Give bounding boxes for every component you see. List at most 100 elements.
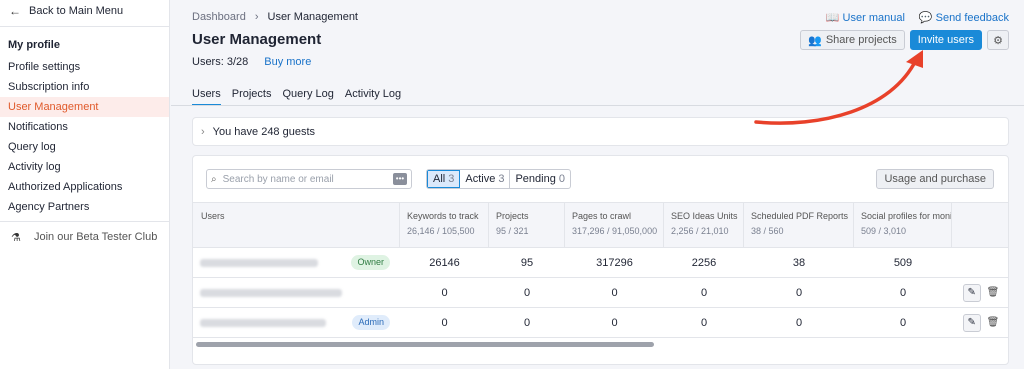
cell-social-profiles: 0 (899, 316, 907, 329)
sidebar-item-user-management[interactable]: User Management (0, 97, 169, 117)
cell-projects: 95 (520, 256, 534, 269)
sidebar-divider (0, 221, 169, 222)
beta-label: Join our Beta Tester Club (34, 231, 158, 243)
column-header-seo-ideas[interactable]: SEO Ideas Units 2,256 / 21,010 (664, 203, 744, 247)
arrow-left-icon: ← (9, 4, 21, 18)
cell-projects: 0 (523, 286, 531, 299)
pencil-icon: ✎ (967, 317, 976, 328)
column-header-social-profiles[interactable]: Social profiles for monitoring 509 / 3,01… (854, 203, 952, 247)
table-row: Admin 0 0 0 0 0 0 ✎ 🗑 (193, 308, 1008, 338)
role-badge: Owner (351, 255, 390, 270)
header-actions: 👥 Share projects Invite users ⚙ (800, 30, 1009, 50)
header-label: Pages to crawl (572, 211, 632, 221)
search-icon: ⌕ (211, 173, 217, 185)
filter-all-label: All (433, 173, 446, 185)
cell-seo-ideas: 2256 (691, 256, 717, 269)
column-header-projects[interactable]: Projects 95 / 321 (489, 203, 565, 247)
sidebar-item-authorized-applications[interactable]: Authorized Applications (0, 177, 169, 197)
filter-active-count: 3 (498, 173, 505, 185)
sidebar-item-agency-partners[interactable]: Agency Partners (0, 197, 169, 217)
table-row: Owner 26146 95 317296 2256 38 509 (193, 248, 1008, 278)
users-count-row: Users: 3/28 Buy more (192, 56, 311, 68)
delete-button[interactable]: 🗑 (987, 287, 1000, 298)
tab-query-log[interactable]: Query Log (282, 88, 333, 106)
usage-and-purchase-button[interactable]: Usage and purchase (876, 169, 994, 189)
cell-social-profiles: 509 (893, 256, 913, 269)
cell-pages: 0 (611, 316, 618, 329)
filter-pending-label: Pending (515, 173, 556, 185)
user-manual-link[interactable]: 📖 User manual (826, 11, 905, 24)
main-content: Dashboard › User Management User Managem… (171, 0, 1024, 369)
chat-icon: 💬 (918, 12, 933, 24)
header-sub: 95 / 321 (496, 226, 529, 236)
redacted-user-email (200, 289, 342, 297)
settings-button[interactable]: ⚙ (987, 30, 1009, 50)
users-panel: ⌕ Search by name or email ••• All 3 Activ… (192, 155, 1009, 365)
cell-social-profiles: 0 (899, 286, 907, 299)
arrow-curve (754, 58, 918, 125)
column-header-pdf-reports[interactable]: Scheduled PDF Reports 38 / 560 (744, 203, 854, 247)
header-sub: 2,256 / 21,010 (671, 226, 729, 236)
send-feedback-label: Send feedback (935, 12, 1009, 24)
sidebar-item-subscription-info[interactable]: Subscription info (0, 77, 169, 97)
user-cell: Admin (193, 308, 400, 337)
header-label: Projects (496, 211, 529, 221)
cell-pages: 0 (611, 286, 618, 299)
guests-text: You have 248 guests (212, 125, 316, 138)
chevron-right-icon: › (201, 125, 205, 138)
sidebar-item-activity-log[interactable]: Activity log (0, 157, 169, 177)
back-to-main-menu-link[interactable]: ← Back to Main Menu (0, 0, 169, 22)
filter-all-count: 3 (448, 173, 455, 185)
send-feedback-link[interactable]: 💬 Send feedback (919, 11, 1009, 24)
horizontal-scrollbar[interactable] (196, 342, 1006, 348)
pencil-icon: ✎ (967, 287, 976, 298)
breadcrumb-current: User Management (267, 11, 359, 23)
header-label: SEO Ideas Units (671, 211, 738, 221)
invite-users-button[interactable]: Invite users (909, 30, 982, 50)
cell-pdf-reports: 0 (795, 316, 803, 329)
tab-activity-log[interactable]: Activity Log (345, 88, 401, 106)
table-row: 0 0 0 0 0 0 ✎ 🗑 (193, 278, 1008, 308)
gear-icon: ⚙ (993, 34, 1003, 47)
cell-seo-ideas: 0 (700, 316, 708, 329)
filter-active[interactable]: Active 3 (460, 170, 511, 188)
tab-projects[interactable]: Projects (232, 88, 272, 106)
users-table: Users Keywords to track 26,146 / 105,500 … (193, 202, 1008, 338)
filter-all[interactable]: All 3 (427, 170, 461, 188)
sidebar-item-profile-settings[interactable]: Profile settings (0, 57, 169, 77)
share-projects-button[interactable]: 👥 Share projects (800, 30, 905, 50)
back-label: Back to Main Menu (29, 5, 124, 17)
more-icon[interactable]: ••• (393, 173, 407, 185)
column-header-keywords[interactable]: Keywords to track 26,146 / 105,500 (400, 203, 489, 247)
cell-actions: ✎ 🗑 (952, 313, 1008, 332)
header-label: Users (201, 211, 225, 221)
user-manual-label: User manual (842, 12, 905, 24)
header-label: Keywords to track (407, 211, 479, 221)
sidebar-item-query-log[interactable]: Query log (0, 137, 169, 157)
column-header-pages[interactable]: Pages to crawl 317,296 / 91,050,000 (565, 203, 664, 247)
delete-button[interactable]: 🗑 (987, 317, 1000, 328)
scrollbar-thumb[interactable] (196, 342, 654, 347)
table-header: Users Keywords to track 26,146 / 105,500 … (193, 202, 1008, 248)
cell-actions: ✎ 🗑 (952, 283, 1008, 302)
header-label: Social profiles for monitoring (861, 211, 951, 221)
user-cell: Owner (193, 248, 400, 277)
filter-pending[interactable]: Pending 0 (510, 170, 570, 188)
search-input[interactable]: ⌕ Search by name or email ••• (206, 169, 412, 189)
edit-button[interactable]: ✎ (962, 283, 981, 302)
tab-users[interactable]: Users (192, 88, 221, 106)
tabs: Users Projects Query Log Activity Log (192, 88, 401, 106)
user-cell (193, 278, 400, 307)
buy-more-link[interactable]: Buy more (264, 56, 311, 68)
beta-tester-club-link[interactable]: ⚗ Join our Beta Tester Club (0, 226, 169, 248)
breadcrumb-dashboard[interactable]: Dashboard (192, 11, 246, 23)
header-sub: 317,296 / 91,050,000 (572, 226, 658, 236)
edit-button[interactable]: ✎ (962, 313, 981, 332)
chevron-right-icon: › (254, 11, 259, 23)
sidebar-item-notifications[interactable]: Notifications (0, 117, 169, 137)
column-header-users[interactable]: Users (193, 203, 400, 247)
guests-expander[interactable]: › You have 248 guests (192, 117, 1009, 146)
cell-pages: 317296 (596, 256, 633, 269)
cell-keywords: 0 (441, 316, 448, 329)
cell-pdf-reports: 0 (795, 286, 803, 299)
